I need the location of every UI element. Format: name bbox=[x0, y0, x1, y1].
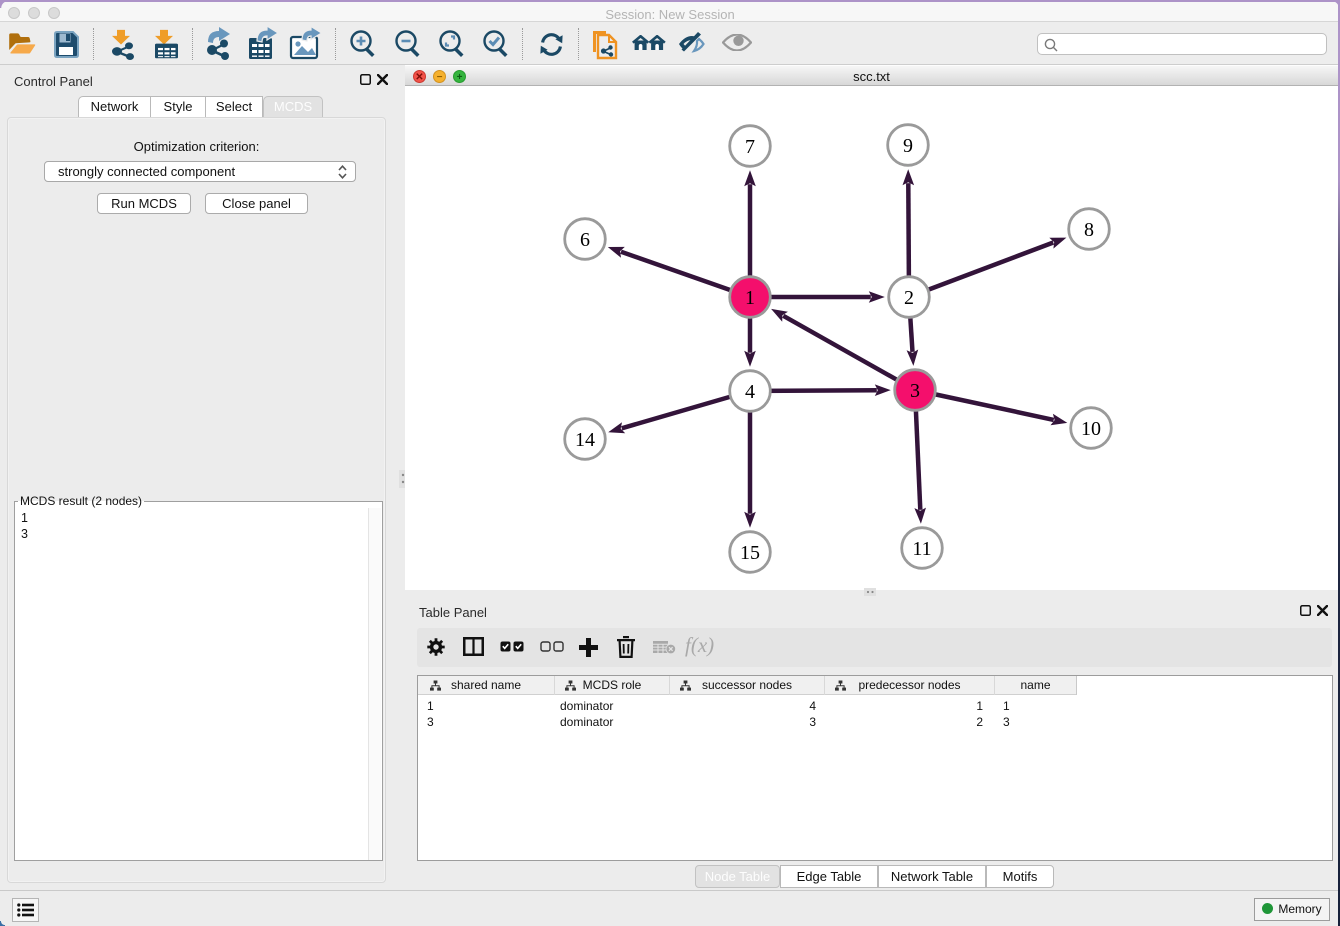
svg-text:2: 2 bbox=[904, 287, 914, 309]
svg-text:6: 6 bbox=[580, 229, 590, 251]
svg-text:7: 7 bbox=[745, 136, 755, 158]
svg-text:8: 8 bbox=[1084, 219, 1094, 241]
svg-text:9: 9 bbox=[903, 135, 913, 157]
svg-text:4: 4 bbox=[745, 381, 755, 403]
svg-text:15: 15 bbox=[740, 542, 760, 564]
svg-text:10: 10 bbox=[1081, 418, 1101, 440]
svg-text:11: 11 bbox=[912, 538, 931, 560]
svg-text:14: 14 bbox=[575, 429, 595, 451]
svg-text:1: 1 bbox=[745, 287, 755, 309]
svg-text:3: 3 bbox=[910, 380, 920, 402]
